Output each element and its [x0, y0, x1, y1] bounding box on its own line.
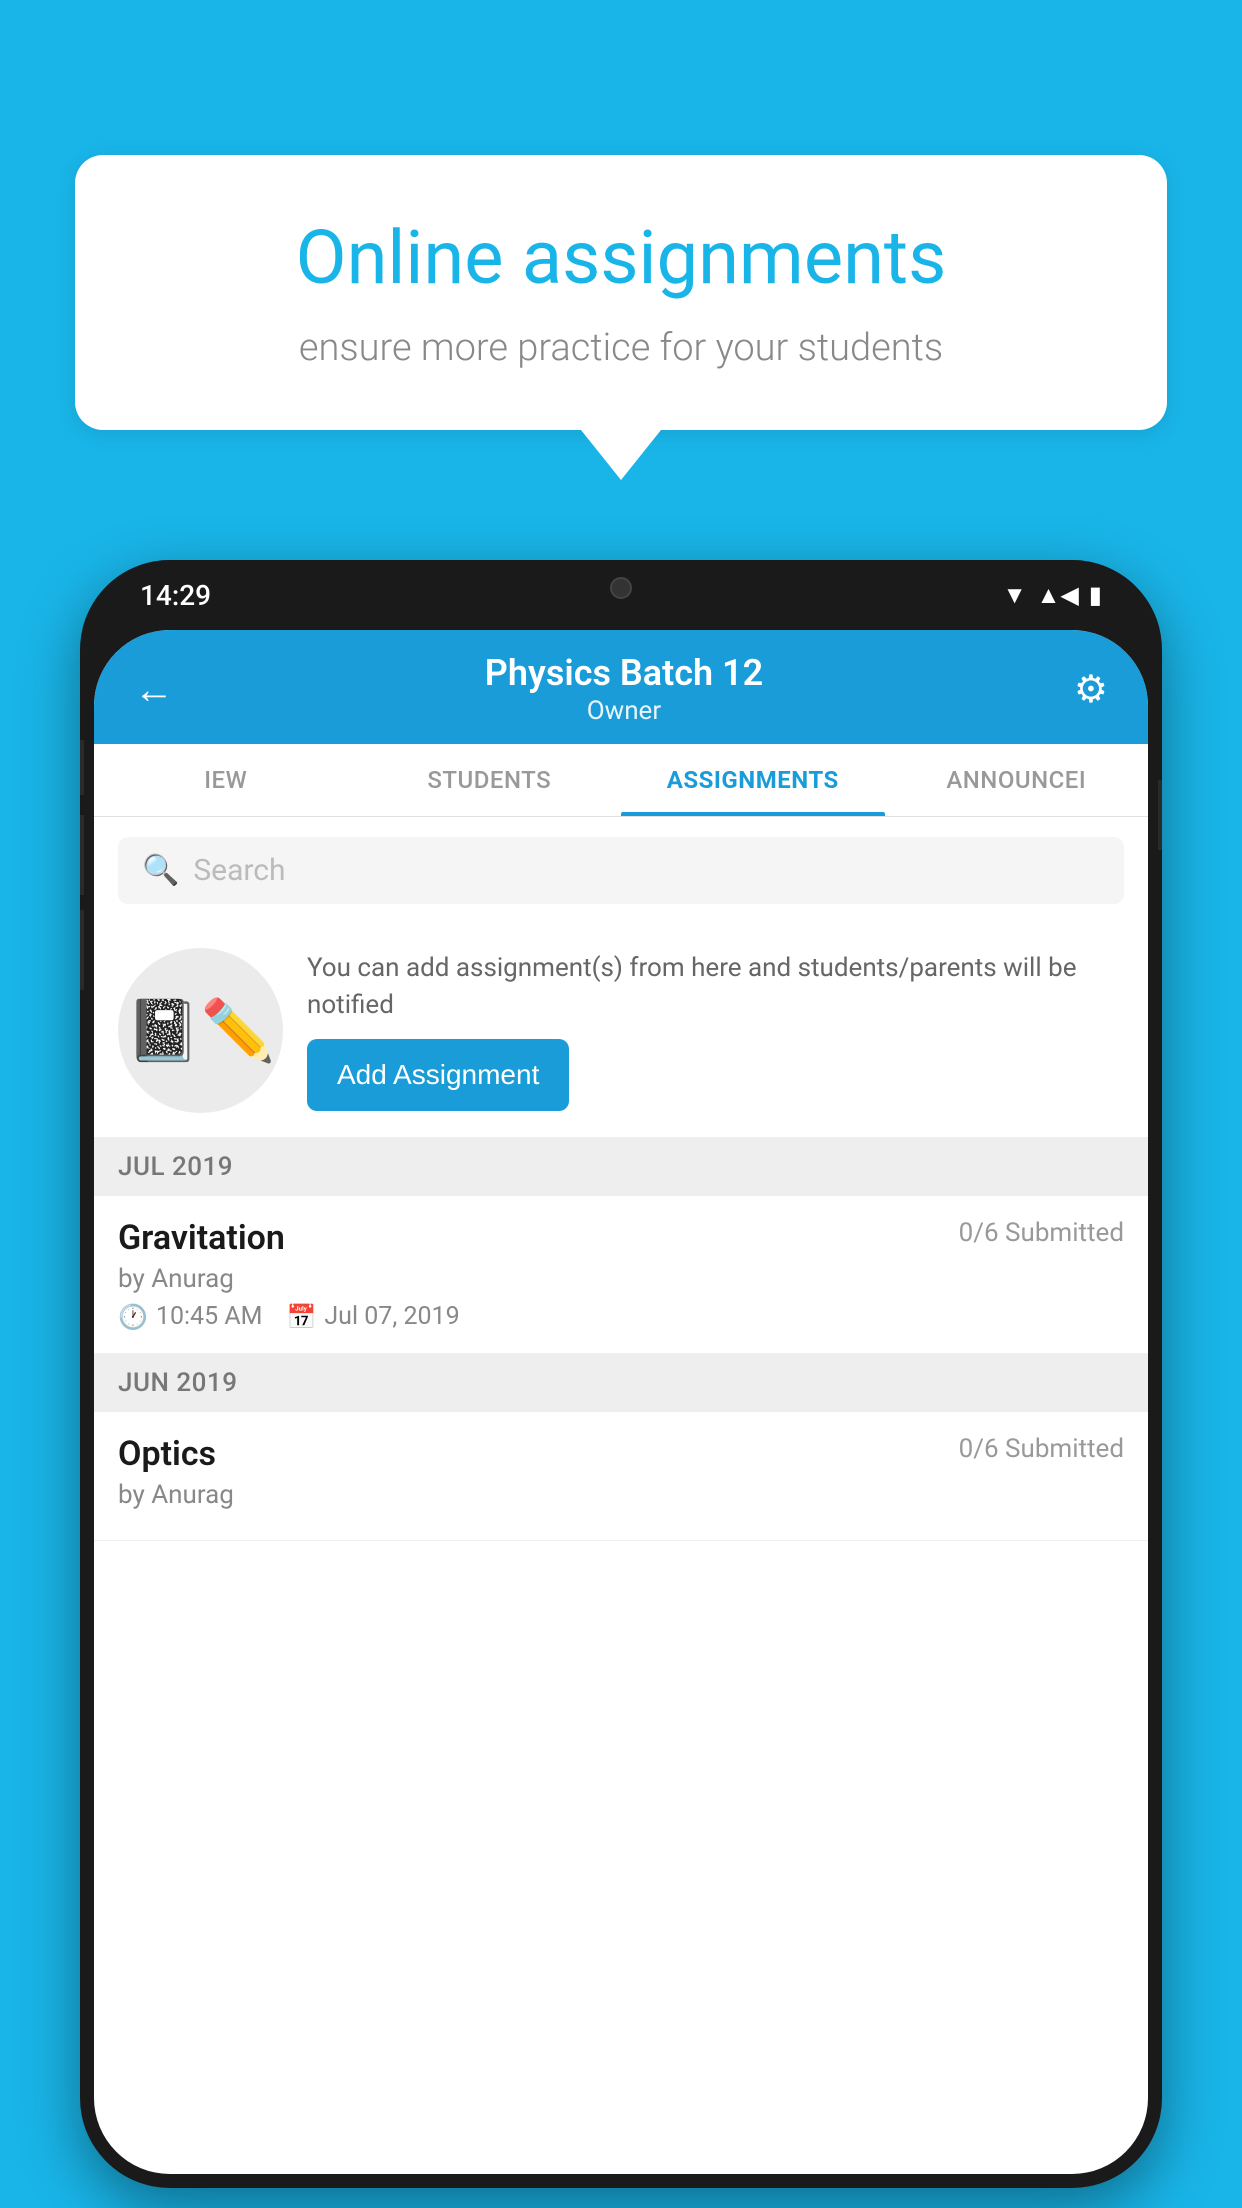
assignment-date-gravitation: 📅 Jul 07, 2019: [286, 1302, 459, 1331]
promo-text: You can add assignment(s) from here and …: [307, 950, 1124, 1023]
calendar-icon: 📅: [286, 1303, 316, 1331]
header-title-block: Physics Batch 12 Owner: [485, 652, 763, 726]
section-header-jun: JUN 2019: [94, 1354, 1148, 1412]
search-icon: 🔍: [142, 853, 179, 888]
tab-students[interactable]: STUDENTS: [358, 744, 622, 816]
app-header: ← Physics Batch 12 Owner ⚙: [94, 630, 1148, 744]
assignment-name-optics: Optics: [118, 1434, 216, 1474]
assignment-time-gravitation: 🕐 10:45 AM: [118, 1302, 262, 1331]
search-container: 🔍 Search: [94, 817, 1148, 924]
promo-icon-circle: 📓✏️: [118, 948, 283, 1113]
promo-section: 📓✏️ You can add assignment(s) from here …: [94, 924, 1148, 1138]
content-area: 🔍 Search 📓✏️ You can add assignment(s) f…: [94, 817, 1148, 2174]
section-header-jun-text: JUN 2019: [118, 1368, 237, 1398]
assignment-item-gravitation[interactable]: Gravitation 0/6 Submitted by Anurag 🕐 10…: [94, 1196, 1148, 1354]
assignment-item-optics[interactable]: Optics 0/6 Submitted by Anurag: [94, 1412, 1148, 1541]
tab-bar: IEW STUDENTS ASSIGNMENTS ANNOUNCEI: [94, 744, 1148, 817]
header-subtitle: Owner: [485, 696, 763, 726]
assignment-author-optics: by Anurag: [118, 1480, 1124, 1510]
settings-button[interactable]: ⚙: [1074, 667, 1108, 712]
speech-bubble-subtitle: ensure more practice for your students: [145, 326, 1097, 370]
search-bar[interactable]: 🔍 Search: [118, 837, 1124, 904]
search-placeholder: Search: [193, 853, 285, 888]
header-title: Physics Batch 12: [485, 652, 763, 694]
wifi-icon: ▼: [1003, 581, 1027, 610]
notebook-icon: 📓✏️: [126, 995, 275, 1066]
phone-silent-button: [80, 910, 84, 990]
signal-icon: ▲◀: [1037, 581, 1079, 610]
tab-announcements[interactable]: ANNOUNCEI: [885, 744, 1149, 816]
status-bar: 14:29 ▼ ▲◀ ▮: [80, 560, 1162, 630]
assignment-top-row-optics: Optics 0/6 Submitted: [118, 1434, 1124, 1474]
speech-bubble: Online assignments ensure more practice …: [75, 155, 1167, 430]
status-time: 14:29: [140, 579, 211, 612]
add-assignment-button[interactable]: Add Assignment: [307, 1039, 569, 1111]
speech-bubble-title: Online assignments: [145, 215, 1097, 302]
battery-icon: ▮: [1089, 581, 1102, 609]
assignment-author-gravitation: by Anurag: [118, 1264, 1124, 1294]
phone-volume-up-button: [80, 740, 84, 795]
speech-bubble-container: Online assignments ensure more practice …: [75, 155, 1167, 480]
back-button[interactable]: ←: [134, 666, 174, 713]
assignment-top-row: Gravitation 0/6 Submitted: [118, 1218, 1124, 1258]
assignment-name-gravitation: Gravitation: [118, 1218, 285, 1258]
assignment-submitted-gravitation: 0/6 Submitted: [959, 1218, 1124, 1248]
phone-screen: ← Physics Batch 12 Owner ⚙ IEW STUDENTS …: [94, 630, 1148, 2174]
tab-assignments[interactable]: ASSIGNMENTS: [621, 744, 885, 816]
phone-notch: [531, 560, 711, 615]
clock-icon: 🕐: [118, 1303, 148, 1331]
tab-iew[interactable]: IEW: [94, 744, 358, 816]
phone-frame: 14:29 ▼ ▲◀ ▮ ← Physics Batch 12 Owner ⚙ …: [80, 560, 1162, 2188]
section-header-jul-text: JUL 2019: [118, 1152, 233, 1182]
status-icons: ▼ ▲◀ ▮: [1003, 581, 1102, 610]
assignment-meta-gravitation: 🕐 10:45 AM 📅 Jul 07, 2019: [118, 1302, 1124, 1331]
speech-bubble-arrow: [581, 430, 661, 480]
promo-content: You can add assignment(s) from here and …: [307, 950, 1124, 1111]
phone-camera: [610, 577, 632, 599]
assignment-submitted-optics: 0/6 Submitted: [959, 1434, 1124, 1464]
section-header-jul: JUL 2019: [94, 1138, 1148, 1196]
phone-volume-down-button: [80, 815, 84, 895]
phone-power-button: [1158, 780, 1162, 850]
